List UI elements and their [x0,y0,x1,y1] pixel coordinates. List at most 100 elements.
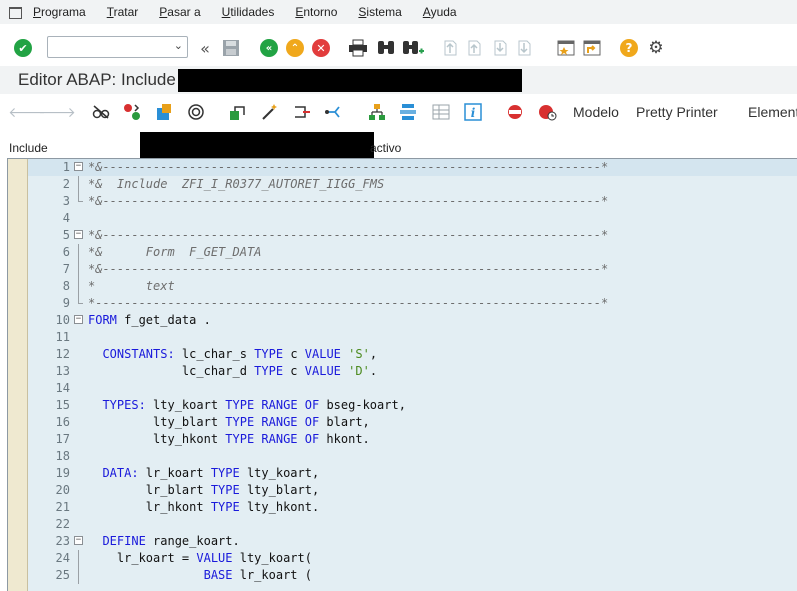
menu-item-utilidades[interactable]: Utilidades [222,5,275,19]
code-token: DEFINE [102,534,146,548]
command-field[interactable]: ⌄ [47,36,188,58]
create-session-icon[interactable] [556,39,576,57]
line-number: 4 [62,211,70,225]
code-line[interactable]: 12 CONSTANTS: lc_char_s TYPE c VALUE 'S'… [28,346,797,363]
cancel-icon[interactable]: ✕ [312,39,330,57]
code-line[interactable]: 23− DEFINE range_koart. [28,533,797,550]
code-token: lty_koart [145,398,226,412]
code-token: TYPE [254,364,284,378]
layout-icon[interactable] [431,102,451,122]
code-line[interactable]: 8 * text [28,278,797,295]
next-page-icon[interactable] [491,39,509,57]
back-icon[interactable]: « [260,39,278,57]
back-arrow-icon[interactable]: 🡐 [8,102,46,122]
code-line[interactable]: 3 *&-------------------------------------… [28,193,797,210]
menu-item-programa[interactable]: Programa [33,5,86,19]
menu-window-icon[interactable] [9,6,23,19]
external-breakpoint-icon[interactable] [537,102,557,122]
navigation-window-icon[interactable] [323,102,343,122]
code-line[interactable]: 24 lr_koart = VALUE lty_koart( [28,550,797,567]
line-code: lr_koart = VALUE lty_koart( [88,550,312,567]
save-icon[interactable] [221,39,241,57]
fold-toggle-icon[interactable]: − [74,315,83,324]
code-line[interactable]: 20 lr_blart TYPE lty_blart, [28,482,797,499]
code-token: lty_koart( [232,551,312,565]
code-line[interactable]: 18 [28,448,797,465]
menu-item-ayuda[interactable]: Ayuda [423,5,457,19]
menu-item-tratar[interactable]: Tratar [107,5,139,19]
check-syntax-icon[interactable] [186,102,206,122]
shortcut-icon[interactable] [582,39,602,57]
settings-gear-icon[interactable]: ⚙ [646,38,666,58]
code-token: lty_koart, [239,466,320,480]
display-change-icon[interactable] [91,102,111,122]
code-line[interactable]: 7 *&-------------------------------------… [28,261,797,278]
modelo-button[interactable]: Modelo [573,104,619,120]
last-page-icon[interactable] [515,39,535,57]
line-number: 11 [55,330,70,344]
code-line[interactable]: 1− *&------------------------------------… [28,159,797,176]
other-object-icon[interactable] [154,102,174,122]
help-icon[interactable]: ? [620,39,638,57]
menu-label-rest: ntorno [303,5,338,19]
first-page-icon[interactable] [441,39,459,57]
code-line[interactable]: 22 [28,516,797,533]
active-inactive-icon[interactable] [122,102,142,122]
line-code: *& Form F_GET_DATA [88,244,261,261]
code-line[interactable]: 17 lty_hkont TYPE RANGE OF hkont. [28,431,797,448]
code-token: f_get_data . [116,313,211,327]
previous-page-icon[interactable] [465,39,483,57]
include-label: Include [9,141,48,155]
fold-toggle-icon[interactable]: − [74,536,83,545]
code-token: VALUE [304,364,341,378]
code-line[interactable]: 6 *& Form F_GET_DATA [28,244,797,261]
object-list-icon[interactable] [367,102,387,122]
print-icon[interactable] [348,39,368,57]
navigation-stack-icon[interactable] [398,102,418,122]
code-line[interactable]: 9 *--------------------------------------… [28,295,797,312]
activate-icon[interactable] [228,102,248,122]
line-number: 19 [55,466,70,480]
code-token: bseg-koart, [319,398,406,412]
code-line[interactable]: 4 [28,210,797,227]
line-number: 23 [55,534,70,548]
menu-item-entorno[interactable]: Entorno [295,5,337,19]
chevron-down-icon[interactable]: ⌄ [174,39,183,52]
menu-item-pasar-a[interactable]: Pasar a [159,5,200,19]
line-number: 13 [55,364,70,378]
fold-guide [78,193,83,202]
menu-item-sistema[interactable]: Sistema [358,5,401,19]
code-line[interactable]: 2 *& Include ZFI_I_R0377_AUTORET_IIGG_FMS [28,176,797,193]
find-icon[interactable] [376,39,396,57]
test-wand-icon[interactable] [260,102,280,122]
pretty-printer-button[interactable]: Pretty Printer [636,104,718,120]
code-token: 'D' [348,364,370,378]
elementos-button[interactable]: Element [748,104,797,120]
menu-bar: Programa Tratar Pasar a Utilidades Entorno Si… [0,0,797,24]
collapse-chevrons-icon[interactable]: « [196,39,214,58]
code-line[interactable]: 10− FORM f_get_data . [28,312,797,329]
code-line[interactable]: 5− *&------------------------------------… [28,227,797,244]
line-number: 10 [55,313,70,327]
code-line[interactable]: 15 TYPES: lty_koart TYPE RANGE OF bseg-k… [28,397,797,414]
forward-arrow-icon[interactable]: 🡒 [38,102,76,122]
fold-toggle-icon[interactable]: − [74,162,83,171]
exit-icon[interactable]: ⌃ [286,39,304,57]
find-next-icon[interactable] [402,39,424,57]
line-number: 1 [62,160,70,174]
code-line[interactable]: 21 lr_hkont TYPE lty_hkont. [28,499,797,516]
code-line[interactable]: 11 [28,329,797,346]
code-token: blart, [319,415,370,429]
info-icon[interactable]: i [463,102,483,122]
code-line[interactable]: 25 BASE lr_koart ( [28,567,797,584]
code-editor[interactable]: 1− *&------------------------------------… [7,158,797,591]
where-used-icon[interactable] [292,102,312,122]
code-line[interactable]: 14 [28,380,797,397]
code-line[interactable]: 19 DATA: lr_koart TYPE lty_koart, [28,465,797,482]
code-line[interactable]: 16 lty_blart TYPE RANGE OF blart, [28,414,797,431]
fold-toggle-icon[interactable]: − [74,230,83,239]
breakpoint-icon[interactable] [505,102,525,122]
code-line[interactable]: 13 lc_char_d TYPE c VALUE 'D'. [28,363,797,380]
enter-check-icon[interactable]: ✔ [14,39,32,57]
